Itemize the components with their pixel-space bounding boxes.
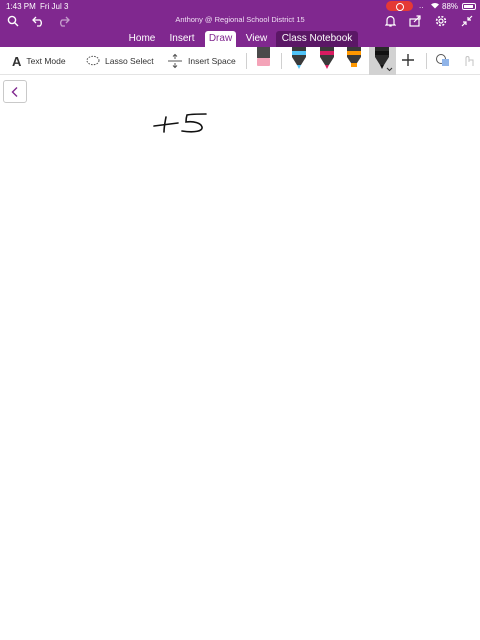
- collapse-icon[interactable]: [457, 13, 477, 29]
- text-mode-label: Text Mode: [26, 56, 66, 66]
- insert-space-icon: [167, 53, 183, 69]
- gear-icon[interactable]: [431, 13, 451, 29]
- share-icon[interactable]: [405, 13, 425, 29]
- tab-bar: Home Insert Draw View Class Notebook: [0, 31, 480, 47]
- recording-indicator-icon: [386, 1, 413, 11]
- note-canvas[interactable]: +5: [0, 76, 480, 640]
- draw-ribbon: A Text Mode Lasso Select Insert Space: [0, 47, 480, 75]
- add-pen-button[interactable]: [401, 47, 415, 75]
- insert-space-label: Insert Space: [188, 56, 236, 66]
- battery-icon: [462, 3, 476, 10]
- status-time: 1:43 PM: [6, 2, 36, 11]
- shapes-icon: [435, 53, 451, 69]
- ink-text: +5: [0, 76, 1, 77]
- lasso-select-label: Lasso Select: [105, 56, 154, 66]
- status-date: Fri Jul 3: [40, 2, 69, 11]
- battery-percent: 88%: [442, 2, 459, 11]
- highlighter-orange-tool[interactable]: [342, 47, 366, 75]
- eraser-tool[interactable]: [252, 47, 276, 75]
- tab-insert[interactable]: Insert: [164, 31, 200, 47]
- tab-class-notebook[interactable]: Class Notebook: [276, 31, 358, 47]
- lasso-icon: [86, 55, 100, 67]
- ink-to-shape-button[interactable]: [463, 47, 475, 75]
- tab-view[interactable]: View: [241, 31, 272, 47]
- ribbon-divider: [281, 53, 282, 69]
- back-button[interactable]: [3, 80, 27, 103]
- pen-blue-tool[interactable]: [287, 47, 311, 75]
- lasso-select-button[interactable]: Lasso Select: [86, 47, 154, 75]
- pen-black-tool[interactable]: [369, 47, 396, 75]
- app-header: 1:43 PM Fri Jul 3 ‧‧ 88% Anthony @ Regio…: [0, 0, 480, 47]
- wifi-icon: [430, 0, 440, 13]
- bell-icon[interactable]: [380, 13, 400, 29]
- chevron-left-icon: [11, 86, 18, 97]
- ribbon-divider: [426, 53, 427, 69]
- status-bar: 1:43 PM Fri Jul 3 ‧‧ 88%: [0, 0, 480, 13]
- text-mode-button[interactable]: A Text Mode: [12, 47, 66, 75]
- shapes-button[interactable]: [435, 47, 451, 75]
- tab-home[interactable]: Home: [124, 31, 160, 47]
- ribbon-divider: [246, 53, 247, 69]
- plus-icon: [401, 53, 415, 69]
- touch-draw-icon: [463, 53, 475, 69]
- tab-draw[interactable]: Draw: [205, 31, 236, 47]
- insert-space-button[interactable]: Insert Space: [167, 47, 236, 75]
- pen-magenta-tool[interactable]: [315, 47, 339, 75]
- text-mode-icon: A: [12, 53, 22, 69]
- handwritten-ink: [153, 113, 207, 133]
